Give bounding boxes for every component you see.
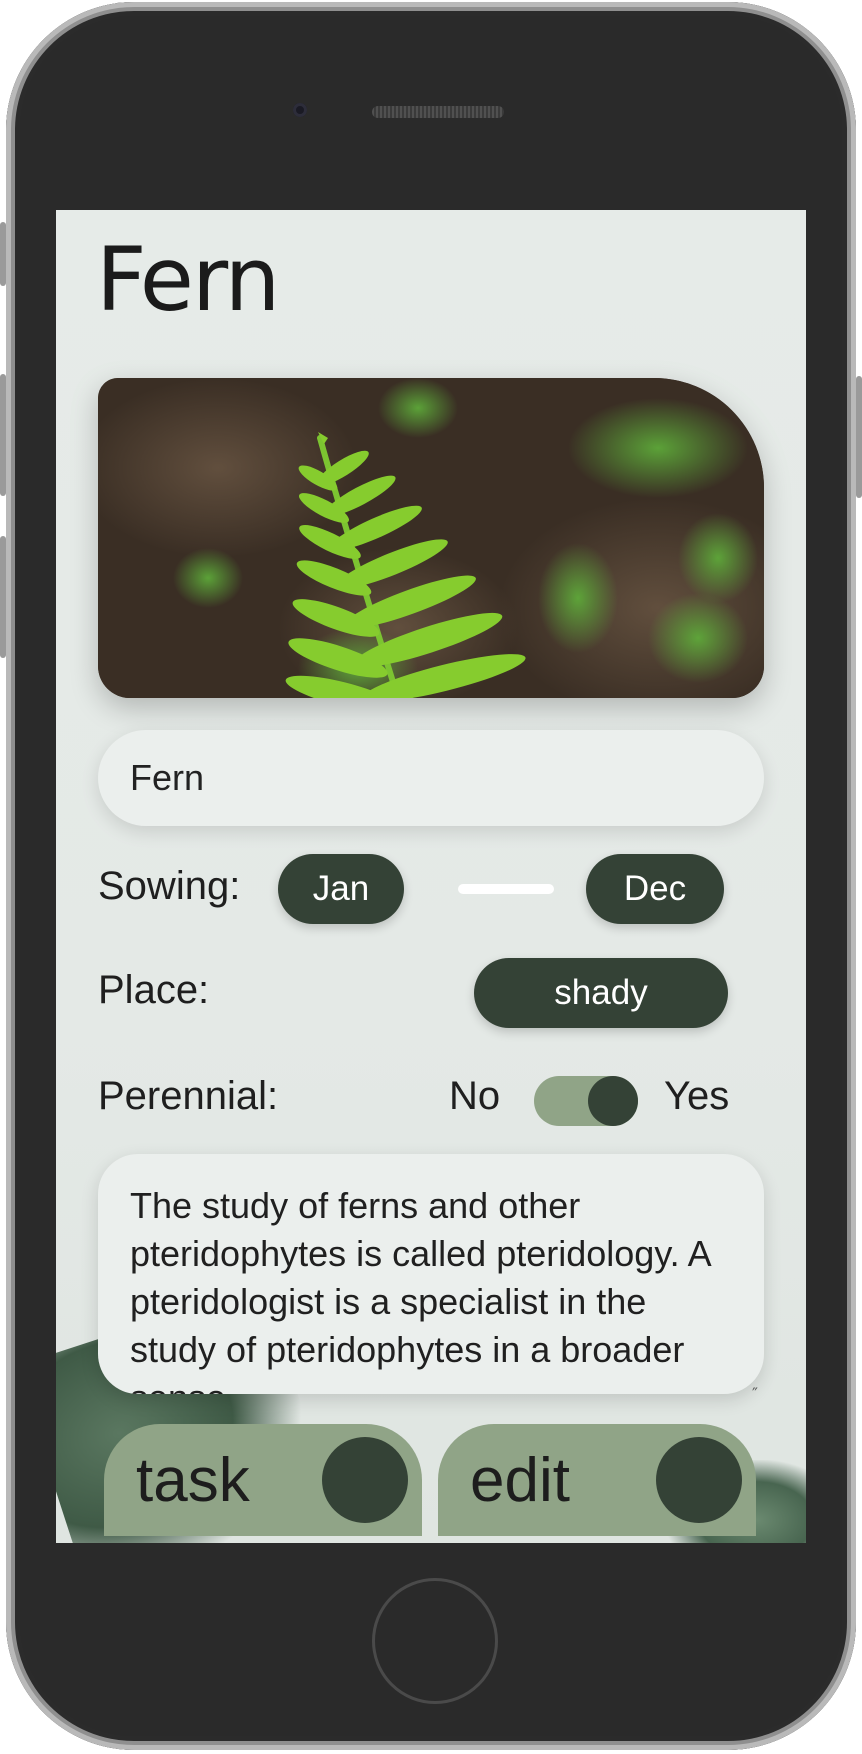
sowing-label: Sowing: xyxy=(98,864,241,908)
sowing-from-button[interactable]: Jan xyxy=(278,854,404,924)
app-screen: Fern Fern Sowing: Jan Dec Place: shady P… xyxy=(56,210,806,1543)
front-camera xyxy=(293,103,307,117)
fern-photo-icon xyxy=(98,378,764,698)
description-textarea[interactable]: The study of ferns and other pteridophyt… xyxy=(98,1154,764,1394)
volume-down-button xyxy=(0,536,6,658)
perennial-no-label: No xyxy=(449,1074,501,1118)
plant-name-field[interactable]: Fern xyxy=(98,730,764,826)
mute-switch xyxy=(0,222,6,286)
sowing-to-button[interactable]: Dec xyxy=(586,854,724,924)
resize-handle-icon[interactable]: ″ xyxy=(752,1384,758,1403)
place-label: Place: xyxy=(98,968,210,1012)
edit-button[interactable]: edit xyxy=(438,1424,756,1536)
perennial-label: Perennial: xyxy=(98,1074,279,1118)
task-button-icon xyxy=(322,1437,408,1523)
volume-up-button xyxy=(0,374,6,496)
power-button xyxy=(856,376,862,498)
plant-photo xyxy=(98,378,764,698)
place-select-button[interactable]: shady xyxy=(474,958,728,1028)
edit-button-label: edit xyxy=(470,1445,570,1515)
task-button[interactable]: task xyxy=(104,1424,422,1536)
earpiece-speaker xyxy=(372,106,504,118)
page-title: Fern xyxy=(96,228,280,331)
range-dash xyxy=(458,884,554,894)
toggle-knob[interactable] xyxy=(588,1076,638,1126)
edit-button-icon xyxy=(656,1437,742,1523)
perennial-yes-label: Yes xyxy=(664,1074,730,1118)
home-button[interactable] xyxy=(372,1578,498,1704)
task-button-label: task xyxy=(136,1445,250,1515)
